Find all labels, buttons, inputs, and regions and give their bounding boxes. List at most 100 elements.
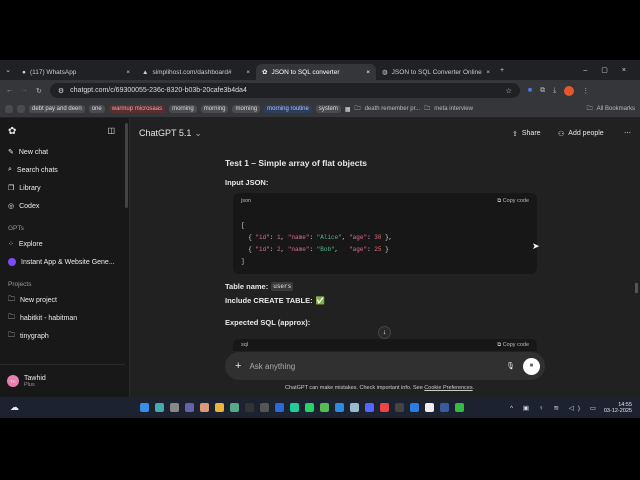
app-icon[interactable] [230,403,239,412]
microphone-icon[interactable]: 🎙 [506,362,515,370]
sidebar-item-project[interactable]: 🗀 tinygraph [0,327,129,345]
bookmark[interactable]: morning [200,105,229,113]
site-info-icon[interactable]: ⚙ [58,87,64,95]
label: New chat [18,148,49,156]
forward-icon[interactable]: → [21,87,28,94]
system-tray-icons[interactable]: ^ ▣ ♀ ≋ ◁) ▭ [510,404,600,412]
app-icon[interactable] [185,403,194,412]
sidebar-item-codex[interactable]: ◎ Codex [0,197,129,215]
sidebar-item-search[interactable]: ⌕ Search chats [0,161,129,179]
app-icon[interactable] [245,403,254,412]
sidebar-item-new-chat[interactable]: ✎ New chat [0,143,129,161]
bookmark[interactable]: debt pay and deen [29,105,85,113]
copy-code-button[interactable]: ⧉ Copy code [497,342,529,349]
app-icon[interactable] [170,403,179,412]
back-icon[interactable]: ← [6,87,13,94]
app-icon[interactable] [350,403,359,412]
app-icon[interactable] [365,403,374,412]
sidebar-item-project[interactable]: 🗀 habitkit - habitman [0,309,129,327]
chrome-icon[interactable] [380,403,389,412]
taskbar: ☁ ^ ▣ ♀ ≋ ◁) ▭ 14:55 03-12-2025 [0,397,640,418]
sidebar-item-gpt[interactable]: Instant App & Website Gene... [0,253,129,271]
profile-avatar[interactable] [564,85,575,96]
start-icon[interactable] [140,403,149,412]
share-button[interactable]: ⇪ Share [512,130,541,138]
app-icon[interactable] [410,403,419,412]
extension-icon[interactable]: ■ [528,87,532,94]
apps-icon[interactable]: ▦ [345,106,351,113]
sidebar-scrollbar[interactable] [125,123,128,208]
cookie-preferences-link[interactable]: Cookie Preferences [424,385,472,391]
whatsapp-icon[interactable] [305,403,314,412]
code-language: sql [241,342,249,348]
tab-converter[interactable]: ◍ JSON to SQL Converter Online × [376,64,496,80]
new-tab-button[interactable]: + [500,67,504,74]
tab-chatgpt[interactable]: ✿ JSON to SQL converter × [256,64,376,80]
reload-icon[interactable]: ↻ [36,87,42,95]
bookmark[interactable]: warmup microsaas [108,105,166,113]
plus-icon[interactable]: + [235,360,241,372]
main-scrollbar[interactable] [635,283,638,293]
window-controls[interactable]: –▢× [583,66,640,74]
bookmark[interactable]: morning [169,105,197,113]
add-people-button[interactable]: ⚇ Add people [558,130,604,138]
tab-simplihost[interactable]: ▲ simplihost.com/dashboard# × [136,64,256,80]
app-icon[interactable] [455,403,464,412]
app-icon[interactable] [425,403,434,412]
close-icon[interactable]: × [246,69,250,76]
folder-icon[interactable] [215,403,224,412]
folder-icon: 🗀 [354,106,361,112]
close-icon[interactable]: × [126,69,130,76]
vscode-icon[interactable] [335,403,344,412]
voice-mode-button[interactable]: ⏸ [523,357,540,375]
bookmark[interactable]: system [315,105,341,113]
app-icon[interactable] [275,403,284,412]
user-menu[interactable]: TA Tawhid Plus [0,364,125,397]
code-block-sql: sql ⧉ Copy code [233,339,537,351]
bookmark-folder[interactable]: meta interview [434,106,473,112]
clock[interactable]: 14:55 03-12-2025 [604,402,632,414]
all-bookmarks[interactable]: All Bookmarks [597,106,635,112]
label: Instant App & Website Gene... [21,258,115,266]
more-icon[interactable]: ⋯ [624,129,631,137]
tab-whatsapp[interactable]: ● (117) WhatsApp × [16,64,136,80]
bookmark-icon[interactable] [17,105,25,113]
app-icon[interactable] [290,403,299,412]
tab-title: simplihost.com/dashboard# [152,68,232,76]
url-input[interactable]: ⚙ chatgpt.com/c/69300055-236c-8320-b03b-2… [49,83,520,98]
openai-logo-icon[interactable]: ✿ [8,126,16,137]
app-icon[interactable] [395,403,404,412]
user-plan: Plus [24,381,35,388]
app-icon[interactable] [200,403,209,412]
close-icon[interactable]: × [366,69,370,76]
folder-icon: 🗀 [8,331,15,339]
bookmark-folder[interactable]: death remember pr... [365,106,421,112]
sidebar-item-library[interactable]: ❐ Library [0,179,129,197]
copy-code-button[interactable]: ⧉ Copy code [497,198,529,205]
scroll-down-button[interactable]: ↓ [378,326,391,339]
bookmarks-bar: debt pay and deen one warmup microsaas m… [0,101,640,118]
sidebar-toggle-icon[interactable]: ◫ [107,126,115,137]
bookmark[interactable]: morning [232,105,261,113]
app-icon[interactable] [320,403,329,412]
download-icon[interactable]: ⤓ [553,87,556,95]
search-icon[interactable] [155,403,164,412]
extensions-icon[interactable]: ⧉ [540,87,545,95]
message-input[interactable]: Ask anything [249,362,498,371]
star-icon[interactable]: ☆ [506,87,512,95]
sidebar-item-explore[interactable]: ⁘ Explore [0,235,129,253]
model-selector[interactable]: ChatGPT 5.1 ⌄ [139,128,202,139]
sidebar-item-new-project[interactable]: 🗀 New project [0,291,129,309]
add-person-icon: ⚇ [558,131,565,138]
tab-search-icon[interactable]: ⌄ [0,66,16,74]
check-icon: ✅ [315,296,325,305]
bookmark[interactable]: one [88,105,105,113]
app-icon[interactable] [440,403,449,412]
bookmark-icon[interactable] [5,105,13,113]
label: Copy code [502,198,529,204]
bookmark[interactable]: morning routine [264,105,312,113]
close-icon[interactable]: × [486,69,490,76]
menu-icon[interactable]: ⋮ [582,87,589,95]
weather-icon[interactable]: ☁ [10,402,19,413]
app-icon[interactable] [260,403,269,412]
